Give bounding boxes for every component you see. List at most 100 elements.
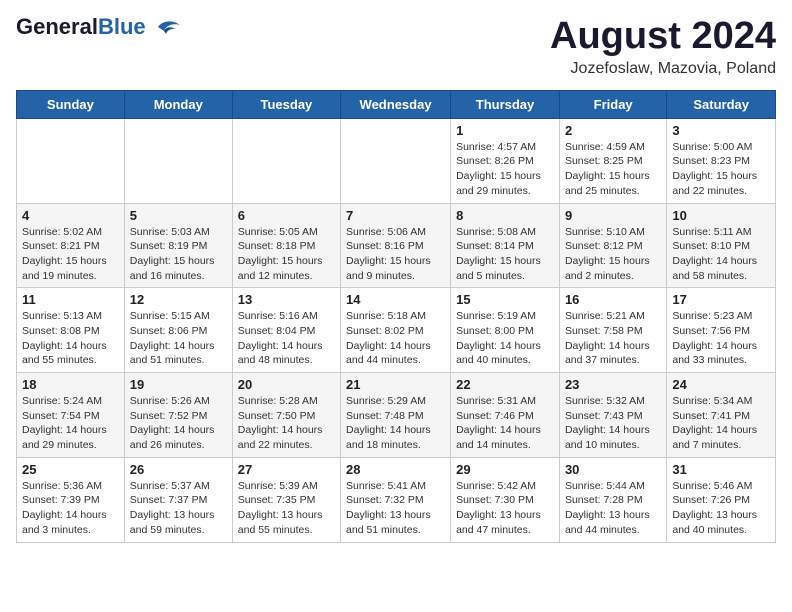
day-number: 23 [565,377,661,392]
day-info: Sunrise: 5:23 AM Sunset: 7:56 PM Dayligh… [672,309,770,368]
day-number: 22 [456,377,554,392]
calendar-cell [17,118,125,203]
weekday-header-friday: Friday [559,90,666,118]
day-number: 3 [672,123,770,138]
day-info: Sunrise: 5:29 AM Sunset: 7:48 PM Dayligh… [346,394,445,453]
day-number: 18 [22,377,119,392]
day-number: 7 [346,208,445,223]
day-info: Sunrise: 5:18 AM Sunset: 8:02 PM Dayligh… [346,309,445,368]
calendar-cell: 6Sunrise: 5:05 AM Sunset: 8:18 PM Daylig… [232,203,340,288]
calendar-cell: 13Sunrise: 5:16 AM Sunset: 8:04 PM Dayli… [232,288,340,373]
day-info: Sunrise: 5:28 AM Sunset: 7:50 PM Dayligh… [238,394,335,453]
day-info: Sunrise: 5:26 AM Sunset: 7:52 PM Dayligh… [130,394,227,453]
day-info: Sunrise: 5:46 AM Sunset: 7:26 PM Dayligh… [672,479,770,538]
day-info: Sunrise: 5:39 AM Sunset: 7:35 PM Dayligh… [238,479,335,538]
week-row-1: 1 Sunrise: 4:57 AM Sunset: 8:26 PM Daylig… [17,118,776,203]
day-info: Sunrise: 5:24 AM Sunset: 7:54 PM Dayligh… [22,394,119,453]
calendar-cell [341,118,451,203]
day-number: 15 [456,292,554,307]
calendar-cell: 24 Sunrise: 5:34 AM Sunset: 7:41 PM Dayli… [667,373,776,458]
weekday-header-row: SundayMondayTuesdayWednesdayThursdayFrid… [17,90,776,118]
day-number: 30 [565,462,661,477]
day-info: Sunrise: 5:34 AM Sunset: 7:41 PM Dayligh… [672,394,770,453]
calendar-cell: 8Sunrise: 5:08 AM Sunset: 8:14 PM Daylig… [451,203,560,288]
calendar-cell: 20 Sunrise: 5:28 AM Sunset: 7:50 PM Dayli… [232,373,340,458]
logo: GeneralBlue [16,16,182,38]
calendar-cell: 7 Sunrise: 5:06 AM Sunset: 8:16 PM Daylig… [341,203,451,288]
day-info: Sunrise: 4:59 AM Sunset: 8:25 PM Dayligh… [565,140,661,199]
calendar-cell: 11 Sunrise: 5:13 AM Sunset: 8:08 PM Dayli… [17,288,125,373]
calendar-cell: 14Sunrise: 5:18 AM Sunset: 8:02 PM Dayli… [341,288,451,373]
calendar-cell: 10 Sunrise: 5:11 AM Sunset: 8:10 PM Dayli… [667,203,776,288]
day-info: Sunrise: 4:57 AM Sunset: 8:26 PM Dayligh… [456,140,554,199]
day-number: 25 [22,462,119,477]
calendar-cell: 16 Sunrise: 5:21 AM Sunset: 7:58 PM Dayli… [559,288,666,373]
day-info: Sunrise: 5:44 AM Sunset: 7:28 PM Dayligh… [565,479,661,538]
week-row-3: 11 Sunrise: 5:13 AM Sunset: 8:08 PM Dayli… [17,288,776,373]
day-info: Sunrise: 5:32 AM Sunset: 7:43 PM Dayligh… [565,394,661,453]
day-number: 11 [22,292,119,307]
day-info: Sunrise: 5:36 AM Sunset: 7:39 PM Dayligh… [22,479,119,538]
day-info: Sunrise: 5:05 AM Sunset: 8:18 PM Dayligh… [238,225,335,284]
day-info: Sunrise: 5:37 AM Sunset: 7:37 PM Dayligh… [130,479,227,538]
day-info: Sunrise: 5:42 AM Sunset: 7:30 PM Dayligh… [456,479,554,538]
calendar-cell: 28Sunrise: 5:41 AM Sunset: 7:32 PM Dayli… [341,457,451,542]
day-info: Sunrise: 5:11 AM Sunset: 8:10 PM Dayligh… [672,225,770,284]
day-info: Sunrise: 5:03 AM Sunset: 8:19 PM Dayligh… [130,225,227,284]
calendar-cell: 23 Sunrise: 5:32 AM Sunset: 7:43 PM Dayli… [559,373,666,458]
calendar-cell: 4Sunrise: 5:02 AM Sunset: 8:21 PM Daylig… [17,203,125,288]
day-info: Sunrise: 5:19 AM Sunset: 8:00 PM Dayligh… [456,309,554,368]
day-number: 16 [565,292,661,307]
week-row-4: 18 Sunrise: 5:24 AM Sunset: 7:54 PM Dayli… [17,373,776,458]
weekday-header-thursday: Thursday [451,90,560,118]
calendar-cell: 22Sunrise: 5:31 AM Sunset: 7:46 PM Dayli… [451,373,560,458]
day-number: 1 [456,123,554,138]
calendar-cell: 26 Sunrise: 5:37 AM Sunset: 7:37 PM Dayli… [124,457,232,542]
day-info: Sunrise: 5:41 AM Sunset: 7:32 PM Dayligh… [346,479,445,538]
day-number: 9 [565,208,661,223]
weekday-header-saturday: Saturday [667,90,776,118]
day-number: 20 [238,377,335,392]
day-number: 10 [672,208,770,223]
week-row-2: 4Sunrise: 5:02 AM Sunset: 8:21 PM Daylig… [17,203,776,288]
day-info: Sunrise: 5:21 AM Sunset: 7:58 PM Dayligh… [565,309,661,368]
calendar-cell: 9Sunrise: 5:10 AM Sunset: 8:12 PM Daylig… [559,203,666,288]
weekday-header-tuesday: Tuesday [232,90,340,118]
weekday-header-sunday: Sunday [17,90,125,118]
day-info: Sunrise: 5:08 AM Sunset: 8:14 PM Dayligh… [456,225,554,284]
calendar-cell: 31 Sunrise: 5:46 AM Sunset: 7:26 PM Dayli… [667,457,776,542]
calendar-cell: 17 Sunrise: 5:23 AM Sunset: 7:56 PM Dayli… [667,288,776,373]
day-info: Sunrise: 5:06 AM Sunset: 8:16 PM Dayligh… [346,225,445,284]
calendar-cell: 3Sunrise: 5:00 AM Sunset: 8:23 PM Daylig… [667,118,776,203]
logo-general: General [16,14,98,39]
week-row-5: 25 Sunrise: 5:36 AM Sunset: 7:39 PM Dayli… [17,457,776,542]
header: GeneralBlue August 2024 Jozefoslaw, Mazo… [16,16,776,78]
day-number: 12 [130,292,227,307]
day-number: 5 [130,208,227,223]
weekday-header-wednesday: Wednesday [341,90,451,118]
day-number: 26 [130,462,227,477]
day-info: Sunrise: 5:02 AM Sunset: 8:21 PM Dayligh… [22,225,119,284]
day-number: 24 [672,377,770,392]
calendar-cell: 18 Sunrise: 5:24 AM Sunset: 7:54 PM Dayli… [17,373,125,458]
day-number: 13 [238,292,335,307]
calendar-cell: 2Sunrise: 4:59 AM Sunset: 8:25 PM Daylig… [559,118,666,203]
calendar-cell: 25 Sunrise: 5:36 AM Sunset: 7:39 PM Dayli… [17,457,125,542]
day-info: Sunrise: 5:15 AM Sunset: 8:06 PM Dayligh… [130,309,227,368]
day-number: 19 [130,377,227,392]
day-number: 29 [456,462,554,477]
day-info: Sunrise: 5:13 AM Sunset: 8:08 PM Dayligh… [22,309,119,368]
calendar-cell [124,118,232,203]
day-number: 31 [672,462,770,477]
logo-bird-icon [150,17,182,37]
day-number: 21 [346,377,445,392]
day-number: 17 [672,292,770,307]
calendar-cell: 15 Sunrise: 5:19 AM Sunset: 8:00 PM Dayli… [451,288,560,373]
location-subtitle: Jozefoslaw, Mazovia, Poland [550,60,776,78]
calendar-cell [232,118,340,203]
weekday-header-monday: Monday [124,90,232,118]
calendar-cell: 5 Sunrise: 5:03 AM Sunset: 8:19 PM Daylig… [124,203,232,288]
calendar-cell: 29 Sunrise: 5:42 AM Sunset: 7:30 PM Dayli… [451,457,560,542]
day-number: 27 [238,462,335,477]
calendar-cell: 1 Sunrise: 4:57 AM Sunset: 8:26 PM Daylig… [451,118,560,203]
